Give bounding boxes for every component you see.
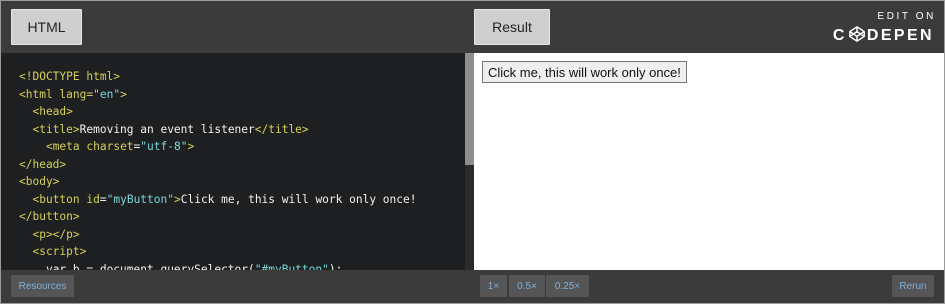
html-code-editor[interactable]: <!DOCTYPE html> <html lang="en"> <head> … <box>1 53 465 270</box>
edit-on-text: EDIT ON <box>877 11 936 22</box>
tab-html-label: HTML <box>27 19 66 35</box>
codepen-icon <box>848 26 865 42</box>
code-line: </head> <box>19 157 67 171</box>
code-line: </button> <box>19 210 80 223</box>
code-scrollbar-thumb[interactable] <box>465 53 474 165</box>
tab-html[interactable]: HTML <box>11 9 82 45</box>
codepen-embed: HTML Result EDIT ON C DEPEN <!DOCTYPE htm… <box>0 0 945 304</box>
code-line: <script> <box>19 245 87 258</box>
code-line-meta: <meta charset="utf-8"> <box>45 140 195 153</box>
code-line: <head> <box>19 105 73 118</box>
code-line-button: <button id="myButton">Click me, this wil… <box>32 192 417 206</box>
code-line: <!DOCTYPE html> <box>19 70 121 83</box>
rerun-button[interactable]: Rerun <box>892 275 934 297</box>
top-bar: HTML Result EDIT ON C DEPEN <box>1 1 944 53</box>
code-line: <body> <box>19 175 60 188</box>
code-block: <!DOCTYPE html> <html lang="en"> <head> … <box>1 53 465 270</box>
result-panel: Click me, this will work only once! <box>474 53 944 270</box>
codepen-text-end: DEPEN <box>866 27 934 44</box>
edit-on-codepen-link[interactable]: EDIT ON C DEPEN <box>824 11 934 45</box>
tab-result[interactable]: Result <box>474 9 550 45</box>
code-line-title: <title>Removing an event listener</title… <box>32 122 309 136</box>
click-me-button[interactable]: Click me, this will work only once! <box>482 61 687 83</box>
resources-button[interactable]: Resources <box>11 275 74 297</box>
zoom-1x-button[interactable]: 1× <box>480 275 507 297</box>
code-line-var: var b = document.querySelector("#myButto… <box>45 262 343 271</box>
codepen-text-start: C <box>832 27 847 44</box>
zoom-0.5x-button[interactable]: 0.5× <box>509 275 545 297</box>
zoom-0.25x-button[interactable]: 0.25× <box>546 275 589 297</box>
bottom-bar: Resources 1× 0.5× 0.25× Rerun <box>1 270 944 303</box>
tab-result-label: Result <box>492 19 532 35</box>
codepen-wordmark: C DEPEN <box>824 26 934 46</box>
code-line-html-open: <html lang="en"> <box>19 87 127 101</box>
code-line: <p></p> <box>19 227 80 241</box>
